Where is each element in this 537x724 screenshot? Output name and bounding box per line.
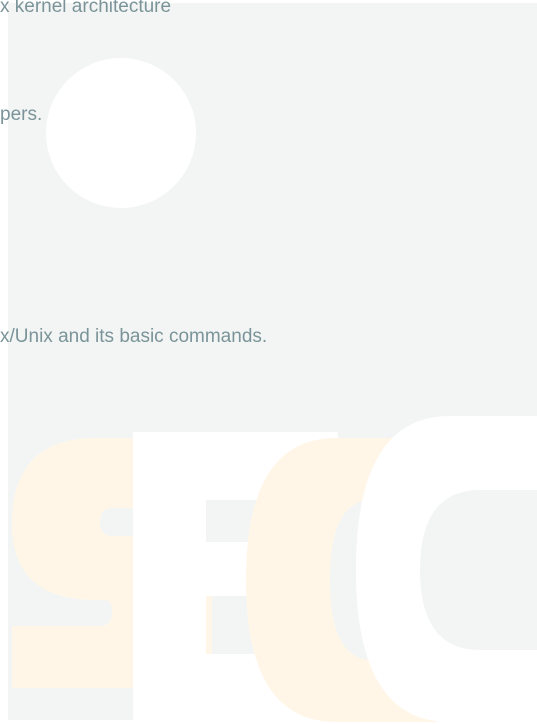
truncated-text-line-2: pers. bbox=[0, 104, 43, 125]
truncated-text-line-1: x kernel architecture bbox=[0, 0, 172, 17]
truncated-text-line-3: x/Unix and its basic commands. bbox=[0, 326, 268, 347]
decorative-circle bbox=[46, 58, 196, 208]
